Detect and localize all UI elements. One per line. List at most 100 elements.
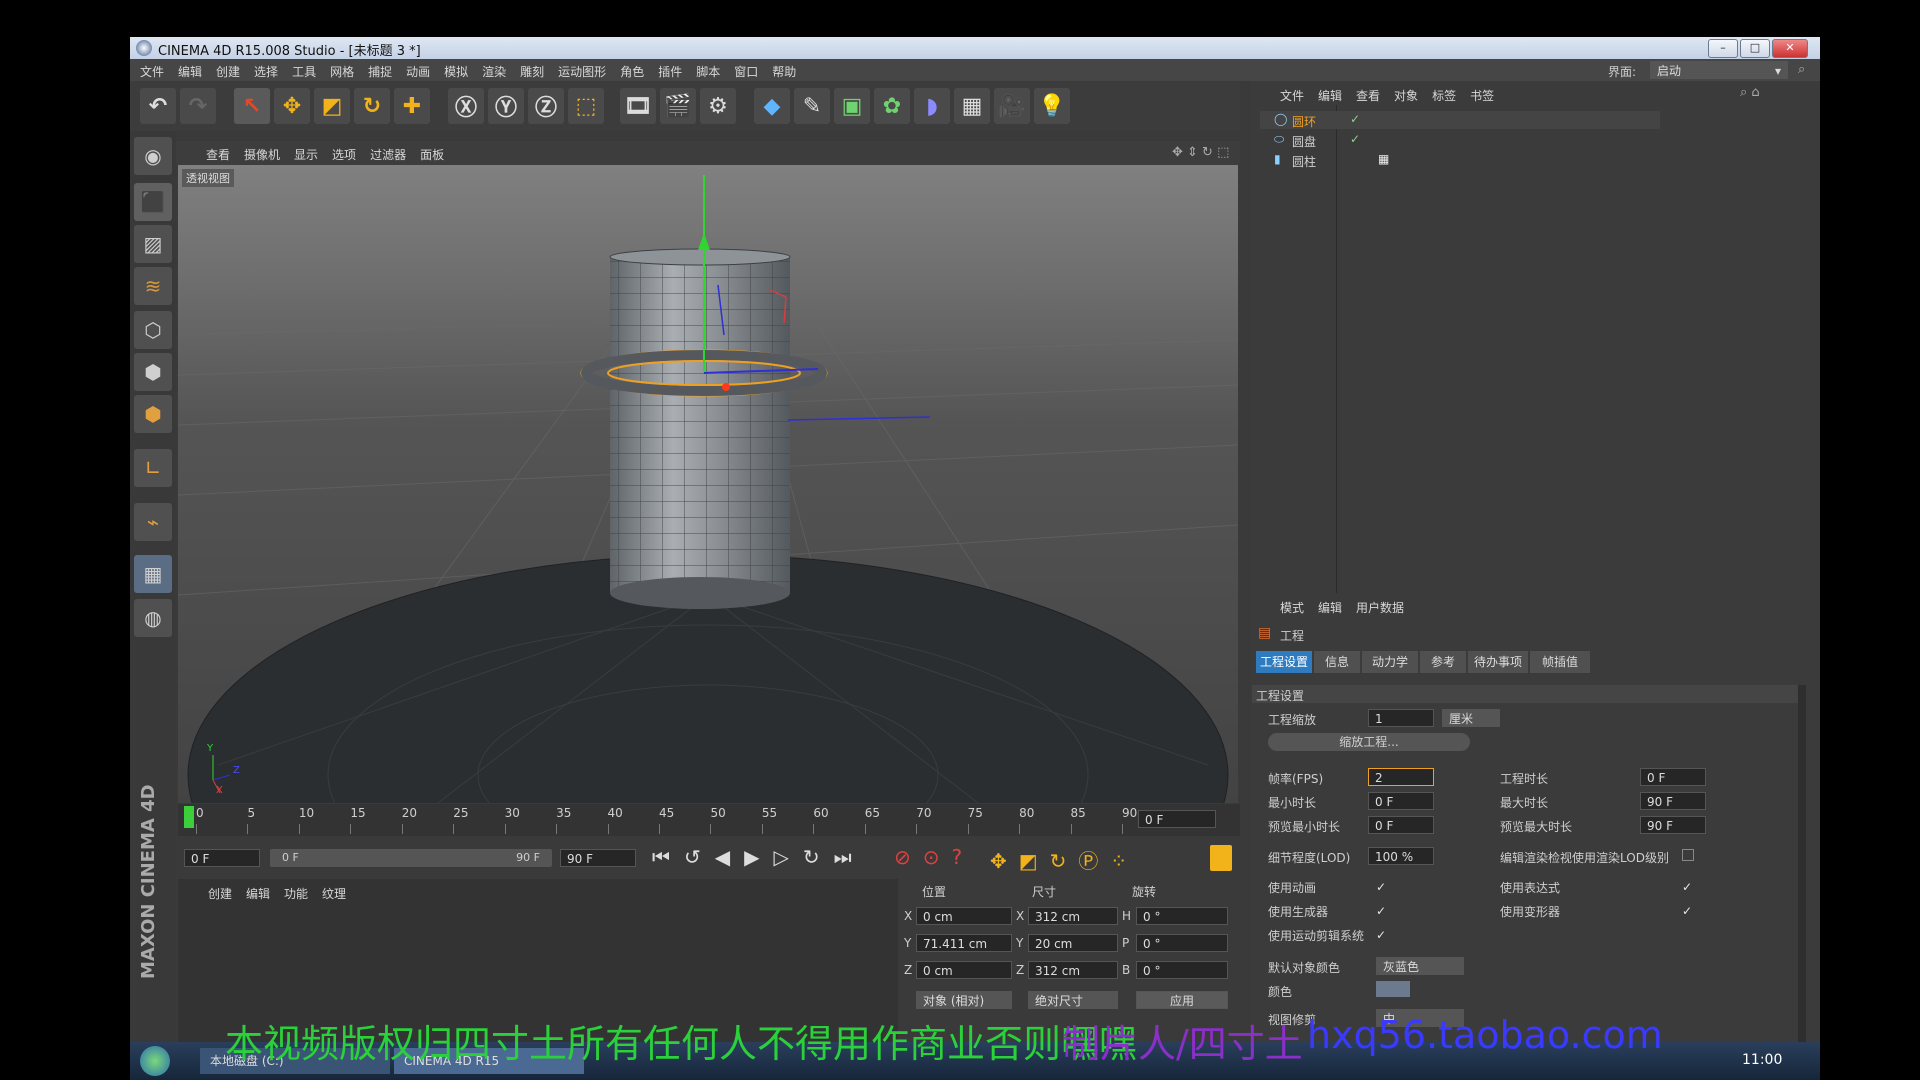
key-tracks-controls[interactable]: ✥◩↻Ⓟ⁘	[990, 845, 1139, 874]
tab-reference[interactable]: 参考	[1420, 651, 1466, 673]
menu-item[interactable]: 插件	[658, 63, 682, 80]
attribute-menu-item[interactable]: 模式	[1280, 599, 1304, 616]
subdivision-icon[interactable]: ▣	[834, 88, 870, 124]
tab-info[interactable]: 信息	[1314, 651, 1360, 673]
size-x-field[interactable]: 312 cm	[1028, 907, 1118, 925]
attribute-menu-item[interactable]: 编辑	[1318, 599, 1342, 616]
x-axis-lock-icon[interactable]: Ⓧ	[448, 88, 484, 124]
layout-select[interactable]: 启动 ▾	[1650, 61, 1788, 79]
tab-todo[interactable]: 待办事项	[1468, 651, 1528, 673]
perspective-viewport[interactable]: 透视视图 Y Z X	[178, 165, 1238, 803]
menu-item[interactable]: 捕捉	[368, 63, 392, 80]
axis-mode-icon[interactable]: ∟	[134, 449, 172, 487]
spline-pen-icon[interactable]: ✎	[794, 88, 830, 124]
menu-item[interactable]: 创建	[216, 63, 240, 80]
scale-project-button[interactable]: 缩放工程...	[1268, 733, 1470, 751]
tab-project-settings[interactable]: 工程设置	[1256, 651, 1312, 673]
viewport-menu-item[interactable]: 面板	[420, 146, 444, 163]
object-menu-item[interactable]: 对象	[1394, 87, 1418, 104]
lod-field[interactable]: 100 %	[1368, 847, 1434, 865]
use-expressions-checkbox[interactable]: ✓	[1682, 881, 1694, 893]
y-axis-lock-icon[interactable]: Ⓨ	[488, 88, 524, 124]
coordinate-system-icon[interactable]: ⬚	[568, 88, 604, 124]
render-view-icon[interactable]: 🎞	[620, 88, 656, 124]
viewport-menu-item[interactable]: 摄像机	[244, 146, 280, 163]
color-swatch[interactable]	[1376, 981, 1410, 997]
position-z-field[interactable]: 0 cm	[916, 961, 1012, 979]
rotation-h-field[interactable]: 0 °	[1136, 907, 1228, 925]
undo-icon[interactable]: ↶	[140, 88, 176, 124]
render-lod-checkbox[interactable]	[1682, 849, 1694, 861]
start-frame-field[interactable]: 0 F	[184, 849, 260, 867]
menu-item[interactable]: 角色	[620, 63, 644, 80]
timeline-settings-icon[interactable]	[1210, 845, 1232, 871]
size-z-field[interactable]: 312 cm	[1028, 961, 1118, 979]
menu-item[interactable]: 编辑	[178, 63, 202, 80]
rotation-p-field[interactable]: 0 °	[1136, 934, 1228, 952]
menu-item[interactable]: 雕刻	[520, 63, 544, 80]
object-search-icon[interactable]: ⌕ ⌂	[1740, 85, 1760, 100]
menu-item[interactable]: 运动图形	[558, 63, 606, 80]
menu-item[interactable]: 模拟	[444, 63, 468, 80]
material-menu-item[interactable]: 创建	[208, 885, 232, 902]
menu-item[interactable]: 脚本	[696, 63, 720, 80]
apply-button[interactable]: 应用	[1136, 991, 1228, 1009]
close-button[interactable]: ✕	[1772, 39, 1808, 58]
preview-max-field[interactable]: 90 F	[1640, 816, 1706, 834]
timeline[interactable]: 0 5 10 15 20 25 30 35 40 45 50 55 60 65 70 75 80 85 90 0 F	[178, 804, 1240, 836]
snap-icon[interactable]: ⌁	[134, 503, 172, 541]
solo-icon[interactable]: ◍	[134, 599, 172, 637]
object-row[interactable]: ◯ 圆环 ✓	[1260, 111, 1660, 129]
camera-icon[interactable]: 🎥	[994, 88, 1030, 124]
object-row[interactable]: ⬭ 圆盘 ✓	[1260, 131, 1660, 149]
viewport-nav-icons[interactable]: ✥ ⇕ ↻ ⬚	[1172, 145, 1229, 160]
minimize-button[interactable]: –	[1708, 39, 1738, 58]
material-menu-item[interactable]: 编辑	[246, 885, 270, 902]
texture-tag-icon[interactable]: ▦	[1378, 152, 1389, 166]
object-menu-item[interactable]: 查看	[1356, 87, 1380, 104]
menu-item[interactable]: 渲染	[482, 63, 506, 80]
end-frame-field[interactable]: 90 F	[560, 849, 636, 867]
menu-item[interactable]: 网格	[330, 63, 354, 80]
start-button[interactable]	[140, 1046, 170, 1076]
max-time-field[interactable]: 90 F	[1640, 792, 1706, 810]
array-icon[interactable]: ✿	[874, 88, 910, 124]
material-menu-item[interactable]: 纹理	[322, 885, 346, 902]
z-axis-lock-icon[interactable]: Ⓩ	[528, 88, 564, 124]
tab-key-interpolation[interactable]: 帧插值	[1530, 651, 1590, 673]
object-menu-item[interactable]: 书签	[1470, 87, 1494, 104]
points-mode-icon[interactable]: ⬡	[134, 311, 172, 349]
menu-item[interactable]: 动画	[406, 63, 430, 80]
viewport-menu-item[interactable]: 显示	[294, 146, 318, 163]
workplane-icon[interactable]: ≋	[134, 267, 172, 305]
light-icon[interactable]: 💡	[1034, 88, 1070, 124]
workplane-lock-icon[interactable]: ▦	[134, 555, 172, 593]
object-menu-item[interactable]: 文件	[1280, 87, 1304, 104]
cube-primitive-icon[interactable]: ◆	[754, 88, 790, 124]
coord-mode-select[interactable]: 对象 (相对)	[916, 991, 1012, 1009]
attribute-scrollbar[interactable]	[1798, 685, 1806, 1045]
default-color-select[interactable]: 灰蓝色	[1376, 957, 1464, 975]
use-animation-checkbox[interactable]: ✓	[1376, 881, 1388, 893]
search-icon[interactable]: ⌕	[1798, 62, 1805, 77]
size-mode-select[interactable]: 绝对尺寸	[1028, 991, 1118, 1009]
material-menu-item[interactable]: 功能	[284, 885, 308, 902]
preview-min-field[interactable]: 0 F	[1368, 816, 1434, 834]
object-menu-item[interactable]: 编辑	[1318, 87, 1342, 104]
visibility-check-icon[interactable]: ✓	[1350, 132, 1360, 146]
select-tool-icon[interactable]: ↖	[234, 88, 270, 124]
menu-item[interactable]: 选择	[254, 63, 278, 80]
render-picture-viewer-icon[interactable]: 🎬	[660, 88, 696, 124]
menu-item[interactable]: 窗口	[734, 63, 758, 80]
scale-unit-select[interactable]: 厘米	[1442, 709, 1500, 727]
edges-mode-icon[interactable]: ⬢	[134, 353, 172, 391]
use-generators-checkbox[interactable]: ✓	[1376, 905, 1388, 917]
menu-item[interactable]: 文件	[140, 63, 164, 80]
viewport-menu-item[interactable]: 过滤器	[370, 146, 406, 163]
scale-tool-icon[interactable]: ◩	[314, 88, 350, 124]
deformer-icon[interactable]: ◗	[914, 88, 950, 124]
polygons-mode-icon[interactable]: ⬢	[134, 395, 172, 433]
rotate-tool-icon[interactable]: ↻	[354, 88, 390, 124]
record-controls[interactable]: ⊘⊙?	[894, 845, 974, 869]
project-duration-field[interactable]: 0 F	[1640, 768, 1706, 786]
